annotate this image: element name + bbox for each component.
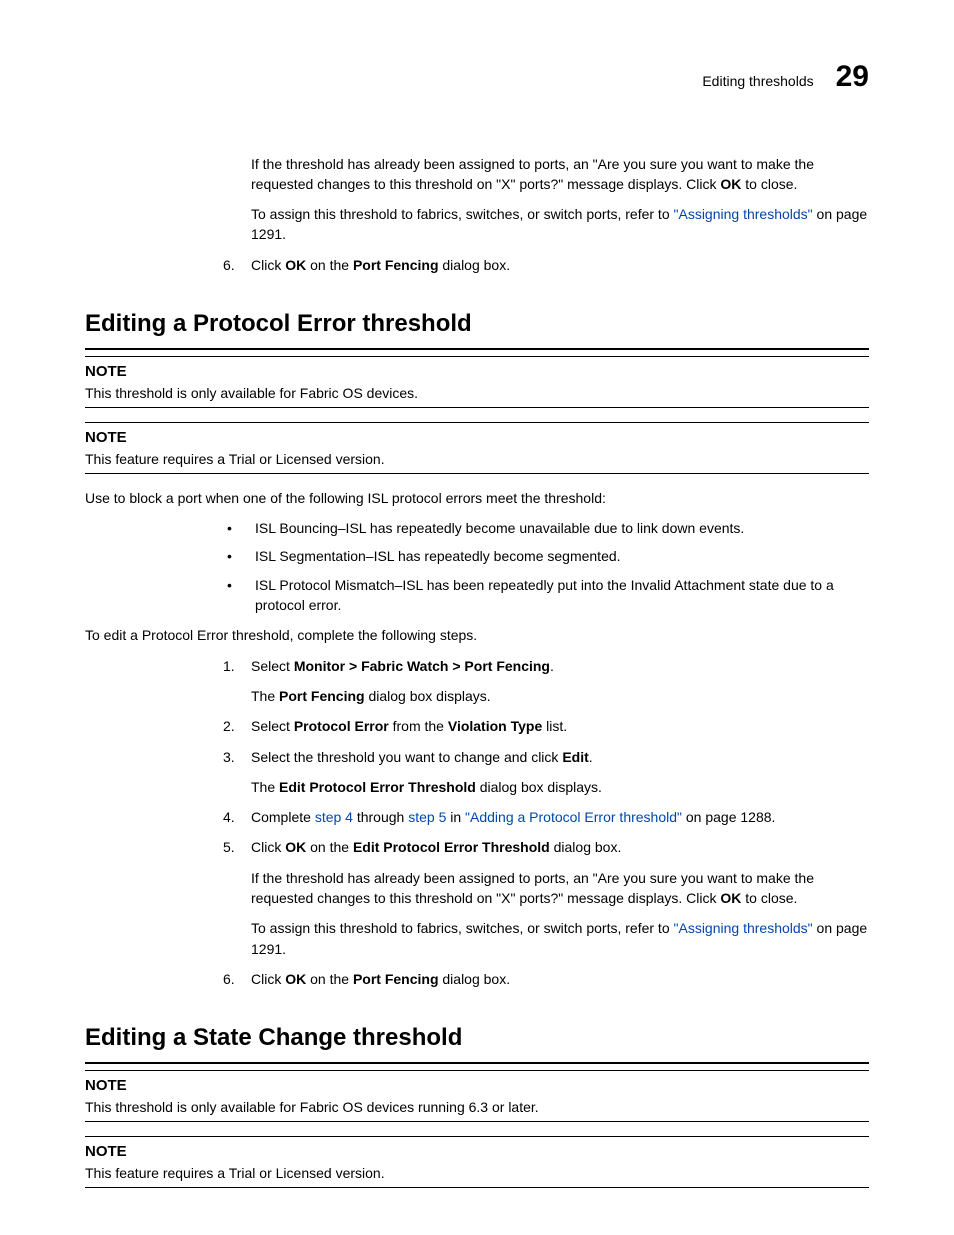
header-section-label: Editing thresholds	[702, 71, 813, 91]
note-block: NOTE This threshold is only available fo…	[85, 356, 869, 408]
step-2: 2. Select Protocol Error from the Violat…	[223, 716, 869, 736]
page-header: Editing thresholds 29	[85, 55, 869, 99]
assigning-thresholds-link[interactable]: "Assigning thresholds"	[674, 206, 813, 222]
intro2-para: To edit a Protocol Error threshold, comp…	[85, 625, 869, 645]
section-rule	[85, 1062, 869, 1064]
bullet-list: •ISL Bouncing–ISL has repeatedly become …	[223, 518, 869, 615]
bullet-item: ISL Segmentation–ISL has repeatedly beco…	[255, 546, 621, 566]
step-4: 4. Complete step 4 through step 5 in "Ad…	[223, 807, 869, 827]
chapter-number: 29	[836, 55, 869, 99]
note-block: NOTE This feature requires a Trial or Li…	[85, 422, 869, 474]
step-3: 3. Select the threshold you want to chan…	[223, 747, 869, 798]
note-block: NOTE This feature requires a Trial or Li…	[85, 1136, 869, 1188]
section-rule	[85, 348, 869, 350]
adding-threshold-link[interactable]: "Adding a Protocol Error threshold"	[465, 809, 682, 825]
step-6: 6. Click OK on the Port Fencing dialog b…	[223, 255, 869, 275]
step-5: 5. Click OK on the Edit Protocol Error T…	[223, 837, 869, 958]
bullet-item: ISL Protocol Mismatch–ISL has been repea…	[255, 575, 869, 616]
step-6: 6. Click OK on the Port Fencing dialog b…	[223, 969, 869, 989]
assigning-thresholds-link[interactable]: "Assigning thresholds"	[674, 920, 813, 936]
note-block: NOTE This threshold is only available fo…	[85, 1070, 869, 1122]
step5-link[interactable]: step 5	[408, 809, 446, 825]
bullet-item: ISL Bouncing–ISL has repeatedly become u…	[255, 518, 744, 538]
step4-link[interactable]: step 4	[315, 809, 353, 825]
intro-para: Use to block a port when one of the foll…	[85, 488, 869, 508]
section-heading-state-change: Editing a State Change threshold	[85, 1021, 869, 1056]
step-1: 1. Select Monitor > Fabric Watch > Port …	[223, 656, 869, 707]
assign-threshold-para: To assign this threshold to fabrics, swi…	[251, 204, 869, 245]
continuation-para: If the threshold has already been assign…	[251, 154, 869, 195]
section-heading-protocol-error: Editing a Protocol Error threshold	[85, 307, 869, 342]
